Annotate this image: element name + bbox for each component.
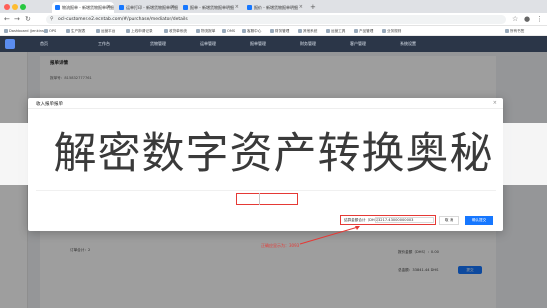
tab-label: 报单 - 新增货物报单明细 (190, 5, 234, 10)
tab-1[interactable]: 物流报单 - 新增货物报单明细 × (52, 2, 114, 13)
column-divider (259, 193, 260, 205)
modal-title: 收入报单报单 (36, 102, 63, 107)
bookmark-item[interactable]: 客服中心 (242, 26, 261, 36)
tab-favicon-icon (55, 5, 60, 10)
tab-favicon-icon (119, 5, 124, 10)
bookmark-icon (44, 29, 48, 33)
bookmark-item[interactable]: 收货单系统 (164, 26, 187, 36)
tab-2[interactable]: 运单打印 - 新增货物报单明细 × (116, 2, 178, 13)
tab-close-icon[interactable]: × (107, 2, 111, 13)
lock-icon: ⚲ (50, 16, 54, 22)
bookmark-item[interactable]: 产品管理 (354, 26, 373, 36)
bookmark-item[interactable]: OMS (222, 26, 235, 36)
tab-bar: 物流报单 - 新增货物报单明细 × 运单打印 - 新增货物报单明细 × 报单 -… (0, 0, 547, 13)
nav-item[interactable]: 运单管理 (200, 36, 216, 52)
nav-item[interactable]: 系统设置 (400, 36, 416, 52)
annotation-note: 正确应显示为：3093 (261, 243, 300, 248)
bookmark-item[interactable]: OPS (44, 26, 56, 36)
browser-window: 物流报单 - 新增货物报单明细 × 运单打印 - 新增货物报单明细 × 报单 -… (0, 0, 547, 308)
bookmark-icon (4, 29, 8, 33)
bookmark-icon (505, 29, 509, 33)
address-bar: ← → ↻ ⚲ ocl-customer.e2.ecntab.com/#/pur… (0, 13, 547, 26)
bookmark-item[interactable]: 所有书签 (505, 26, 524, 36)
bookmark-icon (222, 29, 226, 33)
bookmark-icon (196, 29, 200, 33)
tab-favicon-icon (247, 5, 252, 10)
bookmarks-bar: Dashboard (Jenkins) OPS 生产报表 运营平台 上线申请记录… (0, 26, 547, 36)
tab-3[interactable]: 报单 - 新增货物报单明细 × (180, 2, 242, 13)
nav-item[interactable]: 货物管理 (150, 36, 166, 52)
bookmark-icon (242, 29, 246, 33)
bookmark-item[interactable]: 财务管理 (270, 26, 289, 36)
divider (28, 108, 503, 109)
bookmark-item[interactable]: 运营平台 (96, 26, 115, 36)
confirm-submit-button[interactable]: 确认提交 (465, 216, 493, 225)
profile-icon[interactable]: ● (524, 15, 530, 24)
bookmark-item[interactable]: 运营工具 (326, 26, 345, 36)
cancel-button[interactable]: 取 消 (439, 216, 459, 225)
nav-item[interactable]: 客户管理 (350, 36, 366, 52)
bookmark-star-icon[interactable]: ☆ (512, 15, 518, 24)
bookmark-icon (298, 29, 302, 33)
close-window-button[interactable] (4, 4, 10, 10)
maximize-window-button[interactable] (20, 4, 26, 10)
bookmark-item[interactable]: 上线申请记录 (126, 26, 153, 36)
bookmark-item[interactable]: 生产报表 (66, 26, 85, 36)
highlighted-cell (236, 193, 298, 205)
reload-icon[interactable]: ↻ (25, 15, 31, 24)
new-tab-icon[interactable]: + (310, 2, 316, 12)
settlement-total-box: 结算金额合计（DHS） 3217.43000000003 (340, 215, 436, 225)
close-icon[interactable]: × (493, 100, 497, 106)
app-logo-icon (5, 39, 15, 49)
nav-item[interactable]: 财务管理 (300, 36, 316, 52)
bookmark-item[interactable]: 其他系统 (298, 26, 317, 36)
bookmark-icon (270, 29, 274, 33)
tab-4[interactable]: 报价 - 新增货物报单明细 × (244, 2, 306, 13)
bookmark-icon (126, 29, 130, 33)
minimize-window-button[interactable] (12, 4, 18, 10)
url-text: ocl-customer.e2.ecntab.com/#/purchase/me… (58, 17, 188, 22)
bookmark-item[interactable]: Dashboard (Jenkins) (4, 26, 45, 36)
nav-item[interactable]: 首页 (40, 36, 48, 52)
tab-close-icon[interactable]: × (171, 2, 175, 13)
nav-item[interactable]: 报单管理 (250, 36, 266, 52)
bookmark-icon (354, 29, 358, 33)
title-banner: 解密数字资产转换奥秘 (0, 123, 547, 185)
nav-item[interactable]: 工作台 (98, 36, 110, 52)
bookmark-item[interactable]: 业务规则 (382, 26, 401, 36)
menu-icon[interactable]: ⋮ (536, 15, 543, 24)
bookmark-icon (326, 29, 330, 33)
forward-icon[interactable]: → (14, 15, 20, 24)
tab-close-icon[interactable]: × (299, 2, 303, 13)
settlement-total-field[interactable]: 3217.43000000003 (375, 217, 434, 223)
bookmark-icon (66, 29, 70, 33)
tab-favicon-icon (183, 5, 188, 10)
bookmark-icon (382, 29, 386, 33)
bookmark-item[interactable]: 物流报单 (196, 26, 215, 36)
banner-title: 解密数字资产转换奥秘 (53, 129, 494, 179)
tab-close-icon[interactable]: × (235, 2, 239, 13)
back-icon[interactable]: ← (4, 15, 10, 24)
bookmark-icon (96, 29, 100, 33)
app-header: 首页 工作台 货物管理 运单管理 报单管理 财务管理 客户管理 系统设置 (0, 36, 547, 52)
tab-label: 报价 - 新增货物报单明细 (254, 5, 298, 10)
url-input[interactable]: ⚲ ocl-customer.e2.ecntab.com/#/purchase/… (46, 15, 506, 24)
bookmark-icon (164, 29, 168, 33)
